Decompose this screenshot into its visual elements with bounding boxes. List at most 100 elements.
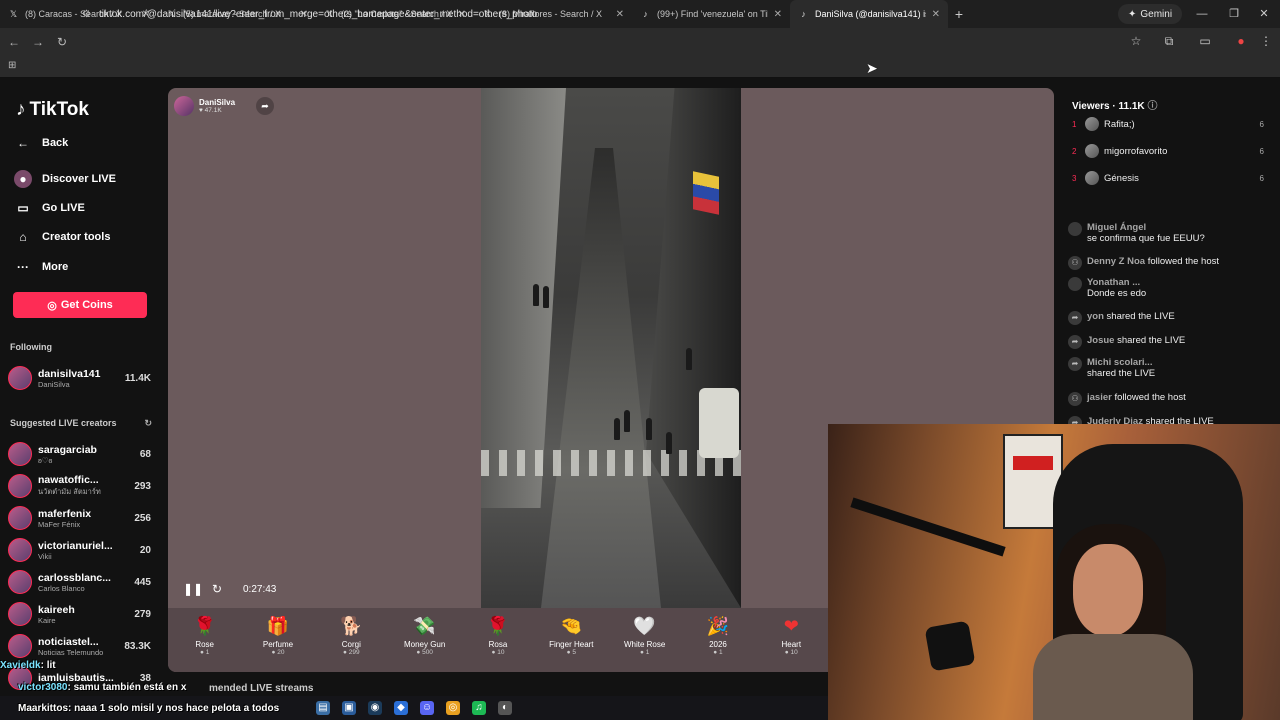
creator-nickname: ʚ♡ɞ: [38, 455, 53, 465]
chat-text: shared the LIVE: [1106, 311, 1175, 322]
following-item[interactable]: danisilva141 DaniSilva 11.4K: [8, 364, 151, 392]
get-coins-label: Get Coins: [60, 299, 113, 311]
nav-more[interactable]: ··· More: [14, 258, 68, 276]
gift-rosa[interactable]: 🌹 Rosa ● 10: [461, 608, 534, 672]
gift-price: ● 299: [343, 649, 360, 656]
viewer-count: 83.3K: [124, 640, 151, 652]
star-icon[interactable]: ☆: [1128, 34, 1144, 48]
viewer-name: Rafita;): [1104, 118, 1135, 130]
menu-dots-icon[interactable]: ⋮: [1258, 34, 1274, 48]
avatar: [174, 96, 194, 116]
refresh-icon[interactable]: ↻: [144, 418, 152, 429]
mouse-cursor-icon: ➤: [866, 60, 878, 76]
extensions-icon[interactable]: ⧉: [1161, 34, 1177, 49]
info-icon[interactable]: ⓘ: [1147, 101, 1157, 112]
gift-2026[interactable]: 🎉 2026 ● 1: [681, 608, 754, 672]
tiktok-logo[interactable]: ♪ TikTok: [16, 99, 89, 121]
overlay-chat-user: Xavieldk: [0, 660, 41, 671]
creator-name: victorianuriel...: [38, 539, 113, 552]
chrome-icon[interactable]: ◎: [446, 701, 460, 715]
chat-text: shared the LIVE: [1117, 335, 1186, 346]
nav-creator-tools[interactable]: ⌂ Creator tools: [14, 228, 110, 246]
nav-label: Creator tools: [42, 231, 111, 243]
gift-corgi[interactable]: 🐕 Corgi ● 299: [315, 608, 388, 672]
chat-user[interactable]: jasier: [1087, 392, 1112, 403]
chat-user[interactable]: Josue: [1087, 335, 1114, 346]
nav-go-live[interactable]: ▭ Go LIVE: [14, 199, 84, 217]
overlay-chat-user: victor3080: [18, 682, 68, 693]
gift-heart[interactable]: ❤ Heart ● 10: [755, 608, 828, 672]
get-coins-button[interactable]: ◎ Get Coins: [13, 292, 147, 318]
pause-icon[interactable]: ❚❚: [183, 582, 203, 596]
gift-price: ● 1: [639, 649, 650, 656]
obs-icon[interactable]: ◐: [498, 701, 512, 715]
suggested-item[interactable]: saragarciab ʚ♡ɞ 68: [8, 440, 151, 468]
top-viewer-row[interactable]: 2 migorrofavorito 6: [1072, 141, 1264, 161]
share-icon[interactable]: ➦: [256, 97, 274, 115]
top-viewer-row[interactable]: 3 Génesis 6: [1072, 168, 1264, 188]
video-person: [666, 432, 672, 454]
video-person: [624, 410, 630, 432]
nav-label: Back: [42, 137, 69, 149]
overlay-chat-line: victor3080: samu también está en x: [18, 682, 338, 693]
refresh-icon[interactable]: ↻: [212, 582, 222, 596]
avatar: [8, 602, 32, 626]
money-gun-icon: 💸: [413, 616, 436, 636]
viewer-count: 279: [134, 608, 151, 620]
suggested-item[interactable]: kaireeh Kaire 279: [8, 600, 151, 628]
spotify-icon[interactable]: ♫: [472, 701, 486, 715]
chat-user[interactable]: Yonathan ...: [1087, 277, 1146, 288]
discord-icon[interactable]: ☺: [420, 701, 434, 715]
streamer-name: DaniSilva: [199, 98, 236, 107]
chat-user[interactable]: Michi scolari...: [1087, 357, 1155, 368]
gift-finger-heart[interactable]: 🤏 Finger Heart ● 5: [535, 608, 608, 672]
reload-icon[interactable]: ↻: [50, 35, 74, 49]
url-field[interactable]: ⚙ tiktok.com/@danisilva141/live?enter_fro…: [82, 4, 1182, 24]
address-bar-row: ← → ↻: [0, 28, 1280, 56]
apps-grid-icon[interactable]: ⊞: [8, 60, 16, 71]
coin-icon: ◎: [47, 299, 57, 312]
creator-name: saragarciab: [38, 443, 97, 456]
streamer-info[interactable]: DaniSilva ♥ 47.1K: [174, 96, 235, 116]
forward-arrow-icon[interactable]: →: [26, 35, 50, 49]
streamer-likes: ♥ 47.1K: [199, 107, 222, 114]
gift-price: ● 5: [566, 649, 576, 656]
share-icon: ➦: [1068, 335, 1082, 349]
bookmarks-bar: ⊞: [0, 56, 1280, 78]
chat-user[interactable]: yon: [1087, 311, 1104, 322]
live-video-frame[interactable]: [481, 88, 741, 608]
back-arrow-icon[interactable]: ←: [2, 35, 26, 49]
sidepanel-icon[interactable]: ▭: [1197, 34, 1213, 48]
profile-avatar[interactable]: ●: [1233, 34, 1249, 48]
site-info-icon[interactable]: ⚙: [82, 9, 91, 20]
viewer-count: 293: [134, 480, 151, 492]
viewer-count: 445: [134, 576, 151, 588]
suggested-title: Suggested LIVE creators: [10, 418, 117, 428]
gift-white-rose[interactable]: 🤍 White Rose ● 1: [608, 608, 681, 672]
venezuela-flag: [693, 171, 719, 215]
corgi-icon: 🐕: [340, 616, 363, 636]
gift-price-value: 299: [348, 649, 360, 656]
avatar: [1085, 144, 1099, 158]
window-close-icon[interactable]: ✕: [1248, 0, 1280, 28]
nav-discover-live[interactable]: ● Discover LIVE: [14, 170, 116, 188]
viewer-score: 6: [1259, 119, 1264, 129]
chat-user[interactable]: Miguel Ángel: [1087, 222, 1205, 233]
suggested-item[interactable]: victorianuriel... Vikii 20: [8, 536, 151, 564]
gift-name: Corgi: [341, 640, 361, 649]
minimize-icon[interactable]: —: [1186, 0, 1218, 28]
viewers-heading[interactable]: Viewers · 11.1K ⓘ: [1072, 97, 1157, 112]
suggested-item[interactable]: carlossblanc... Carlos Blanco 445: [8, 568, 151, 596]
suggested-item[interactable]: maferfenix MaFer Fénix 256: [8, 504, 151, 532]
chat-message: Yonathan ... Donde es edo: [1068, 277, 1274, 299]
gift-money-gun[interactable]: 💸 Money Gun ● 500: [388, 608, 461, 672]
nav-back[interactable]: ← Back: [14, 134, 68, 152]
gift-price: ● 1: [713, 649, 723, 656]
suggested-item[interactable]: nawatoffic... นวัตตำมัม สัตมาร์ท 293: [8, 472, 151, 500]
chat-user[interactable]: Denny Z Noa: [1087, 256, 1145, 267]
restore-icon[interactable]: ❐: [1218, 0, 1250, 28]
gift-price: ● 10: [784, 649, 798, 656]
arrow-left-icon: ←: [17, 136, 29, 150]
suggested-item[interactable]: noticiastel... Noticias Telemundo 83.3K: [8, 632, 151, 660]
top-viewer-row[interactable]: 1 Rafita;) 6: [1072, 114, 1264, 134]
